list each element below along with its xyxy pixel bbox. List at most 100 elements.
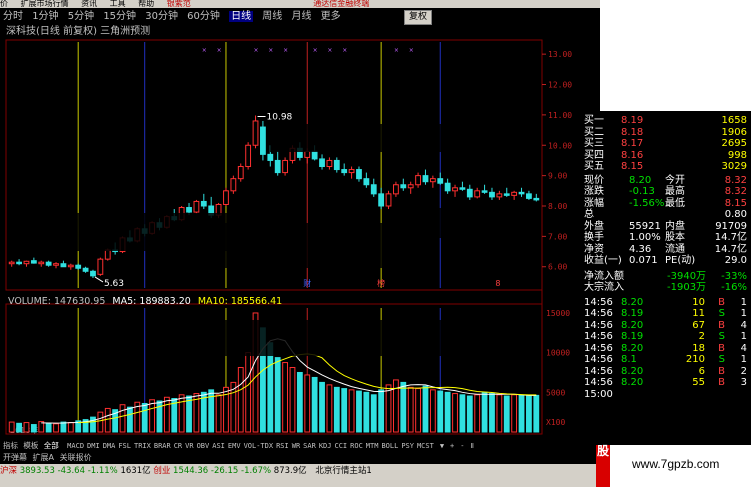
volume-bar bbox=[503, 395, 510, 433]
indicator-tab[interactable]: DMI bbox=[87, 442, 100, 450]
bid-price: 8.19 bbox=[621, 115, 644, 126]
indicator-tab[interactable]: PSY bbox=[401, 442, 414, 450]
volume-bar bbox=[97, 411, 104, 433]
menu-item[interactable]: 扩展市场行情 bbox=[21, 0, 69, 8]
tab-weekly[interactable]: 周线 bbox=[262, 11, 282, 22]
bid-row: 买五 8.15 3029 bbox=[581, 161, 751, 172]
ma10-label: MA10: bbox=[197, 296, 228, 307]
price-tick-label: 9.00 bbox=[548, 172, 567, 181]
stat-label: 净资 bbox=[584, 243, 604, 255]
station-name[interactable]: 北京行情主站1 bbox=[315, 466, 371, 476]
volume-bar bbox=[282, 362, 288, 433]
volume-bar bbox=[429, 389, 436, 433]
bid-volume: 998 bbox=[727, 149, 747, 161]
candle-body bbox=[496, 193, 503, 198]
indicator-tab[interactable]: OBV bbox=[197, 442, 210, 450]
indicator-tab[interactable]: WR bbox=[292, 442, 300, 450]
top-marker: × bbox=[394, 47, 399, 54]
indicator-tab[interactable]: BRAR bbox=[154, 442, 171, 450]
indicator-tab[interactable]: MCST bbox=[417, 442, 434, 450]
indicator-nav-button[interactable]: - bbox=[460, 442, 464, 450]
tab-1min[interactable]: 1分钟 bbox=[32, 11, 58, 22]
candle-body bbox=[60, 263, 67, 268]
tab-30min[interactable]: 30分钟 bbox=[145, 11, 178, 22]
menu-bar: 价 扩展市场行情 资讯 工具 帮助 银紫范 通达信金融终端 bbox=[0, 0, 600, 8]
indicator-tab[interactable]: KDJ bbox=[319, 442, 332, 450]
bid-volume: 3029 bbox=[721, 161, 747, 172]
indicator-tab[interactable]: DMA bbox=[103, 442, 116, 450]
kline-window: 13.00 12.00 11.00 10.00 9.00 8.00 7.00 6.00 1500… bbox=[0, 8, 600, 487]
candle-body bbox=[90, 270, 96, 277]
indicator-tab[interactable]: VOL-TDX bbox=[244, 442, 274, 450]
tab-5min[interactable]: 5分钟 bbox=[68, 11, 94, 22]
volume-bar bbox=[437, 390, 444, 433]
indicator-tab[interactable]: FSL bbox=[118, 442, 131, 450]
indicator-tab[interactable]: CR bbox=[174, 442, 182, 450]
indicator-tab[interactable]: TRIX bbox=[134, 442, 151, 450]
tab-60min[interactable]: 60分钟 bbox=[187, 11, 220, 22]
candle-body bbox=[200, 200, 207, 207]
indicator-tab[interactable]: ASI bbox=[212, 442, 225, 450]
indicator-tab[interactable]: MTM bbox=[366, 442, 379, 450]
kline-chart[interactable]: 13.00 12.00 11.00 10.00 9.00 8.00 7.00 6.00 1500… bbox=[0, 8, 600, 440]
volume-bar bbox=[127, 406, 133, 433]
stat-value: 14.7亿 bbox=[714, 243, 747, 255]
indicator-nav-button[interactable]: ▼ bbox=[440, 442, 444, 450]
indicator-tab[interactable]: EMV bbox=[228, 442, 241, 450]
tab-15min[interactable]: 15分钟 bbox=[103, 11, 136, 22]
stat-row: 涨跌 -0.13 最高 8.32 bbox=[581, 186, 751, 197]
trade-row: 14:56 8.20 67 B 4 bbox=[581, 320, 751, 331]
candle-body bbox=[429, 178, 436, 183]
trade-row: 14:56 8.20 55 B 3 bbox=[581, 377, 751, 388]
tab-template[interactable]: 模板 bbox=[23, 441, 38, 450]
menu-item[interactable]: 帮助 bbox=[138, 0, 154, 8]
indicator-nav-button[interactable]: Ⅱ bbox=[470, 442, 473, 450]
indicator-tab[interactable]: BOLL bbox=[381, 442, 398, 450]
sh-amount: 1631亿 bbox=[120, 466, 151, 476]
candle-body bbox=[97, 258, 104, 275]
tab-daily[interactable]: 日线 bbox=[229, 11, 254, 22]
tab-minute[interactable]: 分时 bbox=[3, 11, 23, 22]
trade-row: 14:56 8.19 2 S 1 bbox=[581, 331, 751, 342]
bid-label: 买一 bbox=[584, 115, 604, 126]
trade-volume: 2 bbox=[698, 331, 705, 342]
related-quote-button[interactable]: 关联报价 bbox=[60, 453, 92, 462]
tab-monthly[interactable]: 月线 bbox=[291, 11, 311, 22]
tab-indicator[interactable]: 指标 bbox=[3, 441, 18, 450]
trade-volume: 18 bbox=[692, 342, 705, 354]
volume-bar bbox=[311, 376, 318, 433]
flow-row: 大宗流入 -1903万 -16% bbox=[581, 282, 751, 293]
sh-pct: -1.11% bbox=[87, 466, 118, 476]
candle-body bbox=[304, 150, 311, 158]
indicator-tab[interactable]: ROC bbox=[350, 442, 363, 450]
tab-more[interactable]: 更多 bbox=[321, 11, 341, 22]
volume-bar bbox=[237, 367, 244, 433]
danmu-button[interactable]: 开弹幕 bbox=[3, 453, 27, 462]
sh-label[interactable]: 沪深 bbox=[0, 466, 17, 476]
indicator-tab[interactable]: CCI bbox=[334, 442, 347, 450]
menu-item[interactable]: 资讯 bbox=[81, 0, 97, 8]
candle-body bbox=[16, 261, 22, 265]
candle-body bbox=[23, 260, 30, 265]
fuquan-button[interactable]: 复权 bbox=[403, 10, 432, 25]
menu-item[interactable]: 工具 bbox=[110, 0, 126, 8]
indicator-tab[interactable]: VR bbox=[185, 442, 193, 450]
menu-item[interactable]: 价 bbox=[0, 0, 8, 8]
extend-a-button[interactable]: 扩展A bbox=[33, 453, 54, 462]
redaction-block bbox=[270, 124, 540, 152]
indicator-tab[interactable]: RSI bbox=[276, 442, 289, 450]
indicator-tab[interactable]: SAR bbox=[303, 442, 316, 450]
volume-tick-label: 10000 bbox=[546, 349, 570, 358]
flow-label: 大宗流入 bbox=[584, 282, 624, 293]
bid-volume: 1906 bbox=[721, 126, 747, 138]
indicator-nav-button[interactable]: + bbox=[450, 442, 454, 450]
stat-row: 净资 4.36 流通 14.7亿 bbox=[581, 244, 751, 255]
menu-item[interactable]: 银紫范 bbox=[167, 0, 191, 8]
top-marker: × bbox=[327, 47, 332, 54]
tab-all[interactable]: 全部 bbox=[44, 441, 59, 450]
indicator-tab[interactable]: MACD bbox=[67, 442, 84, 450]
cy-label[interactable]: 创业 bbox=[153, 466, 170, 476]
stat-value: 14.7亿 bbox=[714, 232, 747, 243]
candle-body bbox=[186, 207, 192, 213]
stat-label: 涨跌 bbox=[584, 186, 604, 197]
